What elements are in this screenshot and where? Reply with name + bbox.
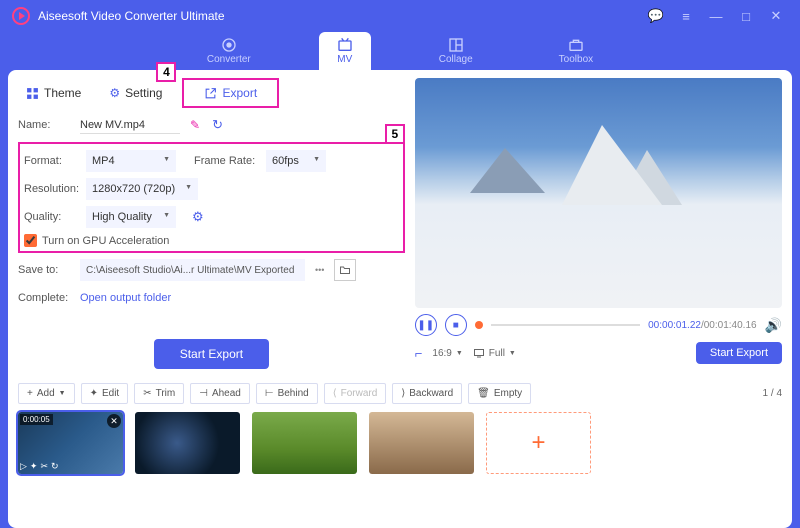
add-button[interactable]: +Add ▼ — [18, 383, 75, 404]
remove-clip-icon[interactable]: ✕ — [107, 414, 121, 428]
start-export-button-2[interactable]: Start Export — [696, 342, 782, 364]
gpu-label: Turn on GPU Acceleration — [42, 235, 169, 247]
framerate-label: Frame Rate: — [194, 155, 260, 167]
resolution-label: Resolution: — [24, 183, 80, 195]
main-panel: Theme ⚙ Setting Export 4 Name: ✎ ↻ — [8, 70, 792, 528]
clip-thumb-3[interactable] — [252, 412, 357, 474]
quality-select[interactable]: High Quality — [86, 206, 176, 228]
gear-icon: ⚙ — [109, 86, 120, 100]
behind-icon: ⊢ — [265, 388, 274, 399]
behind-button[interactable]: ⊢Behind — [256, 383, 318, 404]
empty-button[interactable]: 🗑Empty — [468, 383, 531, 404]
name-row: Name: ✎ ↻ — [18, 114, 405, 136]
edit-name-icon[interactable]: ✎ — [190, 118, 200, 132]
play-icon[interactable]: ▷ — [20, 461, 27, 472]
export-settings-box: 5 Format: MP4 Frame Rate: 60fps Resoluti… — [18, 142, 405, 253]
menu-icon[interactable]: ≡ — [674, 4, 698, 28]
app-title: Aiseesoft Video Converter Ultimate — [38, 9, 225, 23]
saveto-row: Save to: ••• — [18, 259, 405, 281]
path-more-icon[interactable]: ••• — [315, 265, 324, 275]
nav-toolbox[interactable]: Toolbox — [541, 32, 611, 70]
name-input[interactable] — [80, 117, 180, 134]
complete-label: Complete: — [18, 292, 74, 304]
forward-button[interactable]: ⟨Forward — [324, 383, 387, 404]
ahead-icon: ⊣ — [199, 388, 208, 399]
refresh-clip-icon[interactable]: ↻ — [51, 461, 59, 472]
clip-thumb-4[interactable] — [369, 412, 474, 474]
quality-settings-icon[interactable]: ⚙ — [192, 209, 204, 225]
feedback-icon[interactable]: 💬 — [644, 4, 668, 28]
page-indicator: 1 / 4 — [763, 388, 782, 399]
gpu-checkbox[interactable] — [24, 234, 37, 247]
right-panel: ❚❚ ■ 00:00:01.22/00:01:40.16 🔊 ⌐ 16:9 ▼ … — [415, 78, 782, 369]
top-nav: Converter MV Collage Toolbox — [0, 32, 800, 70]
reset-name-icon[interactable]: ↻ — [212, 117, 223, 133]
player-controls: ❚❚ ■ 00:00:01.22/00:01:40.16 🔊 — [415, 314, 782, 336]
tab-export[interactable]: Export 4 — [182, 78, 279, 108]
callout-4: 4 — [156, 62, 176, 82]
resolution-select[interactable]: 1280x720 (720p) — [86, 178, 198, 200]
callout-5: 5 — [385, 124, 405, 144]
minimize-icon[interactable]: — — [704, 4, 728, 28]
trash-icon: 🗑 — [477, 388, 490, 399]
volume-icon[interactable]: 🔊 — [765, 317, 782, 334]
pause-button[interactable]: ❚❚ — [415, 314, 437, 336]
format-select[interactable]: MP4 — [86, 150, 176, 172]
scissors-icon: ✂ — [143, 388, 151, 399]
tab-setting[interactable]: ⚙ Setting — [101, 81, 170, 105]
stop-button[interactable]: ■ — [445, 314, 467, 336]
quality-label: Quality: — [24, 211, 80, 223]
edit-button[interactable]: ✦Edit — [81, 383, 129, 404]
clip-thumb-2[interactable] — [135, 412, 240, 474]
format-label: Format: — [24, 155, 80, 167]
framerate-select[interactable]: 60fps — [266, 150, 326, 172]
edit-clip-icon[interactable]: ✦ — [30, 461, 38, 472]
clip-thumb-1[interactable]: 0:00:05 ✕ ▷ ✦ ✂ ↻ — [18, 412, 123, 474]
fullscreen-select[interactable]: Full ▼ — [473, 347, 516, 359]
nav-converter[interactable]: Converter — [189, 32, 269, 70]
name-label: Name: — [18, 119, 74, 131]
left-panel: Theme ⚙ Setting Export 4 Name: ✎ ↻ — [18, 78, 405, 369]
trim-button[interactable]: ✂Trim — [134, 383, 184, 404]
seek-track[interactable] — [491, 324, 640, 326]
backward-icon: ⟩ — [401, 388, 405, 399]
browse-folder-button[interactable] — [334, 259, 356, 281]
crop-button[interactable]: ⌐ — [415, 346, 423, 361]
trim-clip-icon[interactable]: ✂ — [40, 461, 48, 472]
ahead-button[interactable]: ⊣Ahead — [190, 383, 250, 404]
wand-icon: ✦ — [90, 388, 98, 399]
complete-row: Complete: Open output folder — [18, 287, 405, 309]
clip-duration: 0:00:05 — [20, 414, 53, 425]
titlebar: Aiseesoft Video Converter Ultimate 💬 ≡ —… — [0, 0, 800, 32]
open-output-folder-link[interactable]: Open output folder — [80, 292, 171, 304]
maximize-icon[interactable]: □ — [734, 4, 758, 28]
saveto-label: Save to: — [18, 264, 74, 276]
start-export-button[interactable]: Start Export — [154, 339, 269, 369]
player-controls-2: ⌐ 16:9 ▼ Full ▼ Start Export — [415, 342, 782, 364]
backward-button[interactable]: ⟩Backward — [392, 383, 462, 404]
clip-toolbar: +Add ▼ ✦Edit ✂Trim ⊣Ahead ⊢Behind ⟨Forwa… — [18, 383, 782, 404]
forward-icon: ⟨ — [333, 388, 337, 399]
saveto-input[interactable] — [80, 259, 305, 281]
nav-mv[interactable]: MV — [319, 32, 371, 70]
add-clip-placeholder[interactable]: + — [486, 412, 591, 474]
nav-collage[interactable]: Collage — [421, 32, 491, 70]
aspect-select[interactable]: 16:9 ▼ — [432, 348, 462, 359]
app-logo-icon — [12, 7, 30, 25]
thumbnail-strip: 0:00:05 ✕ ▷ ✦ ✂ ↻ + — [18, 412, 782, 474]
timecode: 00:00:01.22/00:01:40.16 — [648, 320, 756, 331]
tab-theme[interactable]: Theme — [18, 81, 89, 105]
gpu-checkbox-row: Turn on GPU Acceleration — [24, 234, 399, 247]
tabs: Theme ⚙ Setting Export 4 — [18, 78, 405, 108]
seek-handle[interactable] — [475, 321, 483, 329]
preview-video[interactable] — [415, 78, 782, 308]
plus-icon: + — [27, 388, 33, 399]
close-icon[interactable]: ✕ — [764, 4, 788, 28]
